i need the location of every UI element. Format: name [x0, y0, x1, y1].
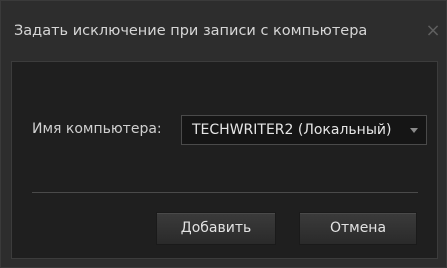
dialog-title: Задать исключение при записи с компьютер… — [14, 23, 368, 39]
computer-name-label: Имя компьютера: — [32, 121, 162, 137]
divider — [32, 192, 418, 193]
dialog-titlebar: Задать исключение при записи с компьютер… — [1, 1, 446, 61]
dialog-window: Задать исключение при записи с компьютер… — [0, 0, 447, 268]
computer-name-value: TECHWRITER2 (Локальный) — [192, 122, 392, 138]
dialog-content: Имя компьютера: TECHWRITER2 (Локальный) … — [11, 61, 438, 259]
computer-name-select[interactable]: TECHWRITER2 (Локальный) — [181, 115, 427, 145]
cancel-button[interactable]: Отмена — [299, 212, 417, 245]
add-button[interactable]: Добавить — [156, 212, 276, 245]
chevron-down-icon — [410, 128, 418, 133]
close-icon[interactable]: × — [423, 19, 443, 43]
